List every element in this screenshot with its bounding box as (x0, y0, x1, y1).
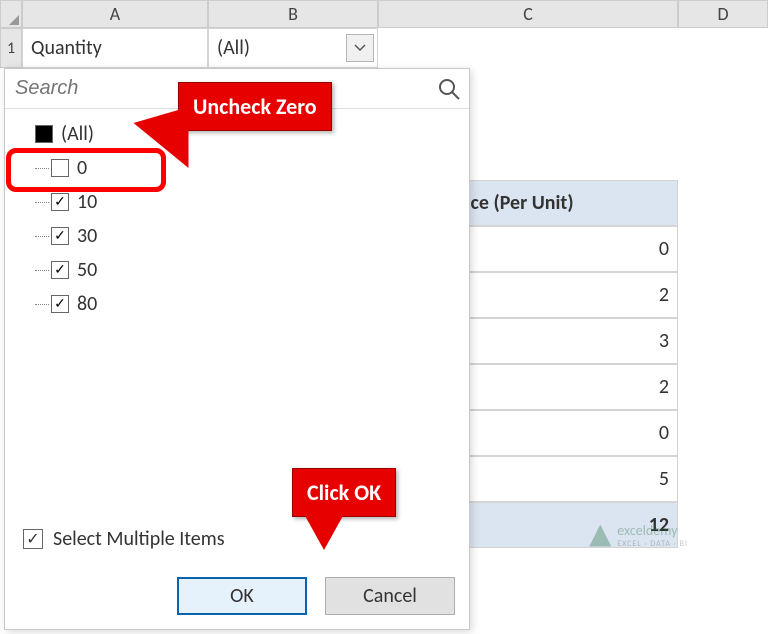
checkbox-checked-icon (23, 529, 43, 549)
cancel-button[interactable]: Cancel (325, 577, 455, 615)
col-header-c[interactable]: C (378, 0, 678, 28)
pivot-filter-field: Quantity (22, 28, 208, 68)
select-multiple-items-checkbox[interactable]: Select Multiple Items (23, 527, 225, 551)
checkbox-mixed-icon (35, 125, 53, 143)
filter-item-80[interactable]: 80 (15, 287, 459, 321)
col-header-a[interactable]: A (22, 0, 208, 28)
select-multiple-label: Select Multiple Items (53, 527, 225, 551)
col-header-b[interactable]: B (208, 0, 378, 28)
watermark: exceldemy EXCEL · DATA · BI (589, 522, 688, 549)
watermark-logo-icon (589, 525, 611, 547)
filter-item-label: 50 (77, 258, 97, 282)
row-header-1[interactable]: 1 (0, 28, 22, 68)
callout-text: Click OK (307, 479, 381, 506)
filter-item-50[interactable]: 50 (15, 253, 459, 287)
callout-tail-icon (134, 107, 189, 168)
callout-click-ok: Click OK (292, 468, 396, 517)
select-all-corner[interactable] (0, 0, 22, 28)
filter-item-label: 80 (77, 292, 97, 316)
filter-item-label: (All) (61, 122, 94, 146)
search-icon[interactable] (429, 69, 469, 109)
checkbox-checked-icon (51, 193, 69, 211)
ok-button[interactable]: OK (177, 577, 307, 615)
checkbox-checked-icon (51, 261, 69, 279)
filter-item-30[interactable]: 30 (15, 219, 459, 253)
pivot-filter-dropdown-button[interactable] (346, 34, 374, 62)
callout-uncheck-zero: Uncheck Zero (178, 82, 332, 131)
callout-text: Uncheck Zero (193, 93, 317, 120)
callout-tail-icon (304, 514, 344, 550)
chevron-down-icon (354, 44, 366, 52)
col-header-d[interactable]: D (678, 0, 768, 28)
checkbox-checked-icon (51, 227, 69, 245)
watermark-sub: EXCEL · DATA · BI (617, 539, 688, 549)
watermark-brand: exceldemy (617, 522, 677, 539)
filter-item-label: 30 (77, 224, 97, 248)
checkbox-checked-icon (51, 295, 69, 313)
filter-item-label: 10 (77, 190, 97, 214)
